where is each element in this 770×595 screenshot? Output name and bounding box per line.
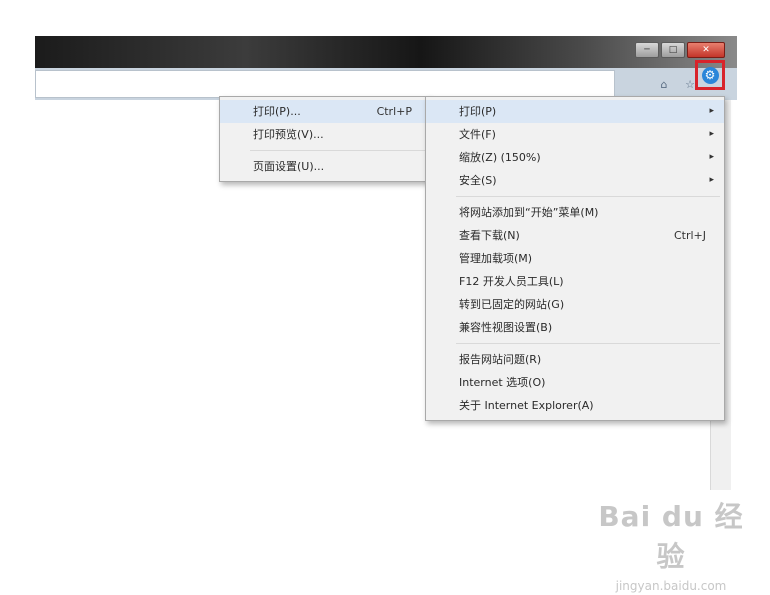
menu-item-zoom[interactable]: 缩放(Z) (150%) ▸ xyxy=(426,146,724,169)
baidu-jingyan-watermark: Bai du 经验 jingyan.baidu.com xyxy=(596,497,746,593)
menu-item-label: F12 开发人员工具(L) xyxy=(459,275,564,288)
menu-item-label: 打印预览(V)... xyxy=(253,128,324,141)
submenu-arrow-icon: ▸ xyxy=(709,175,714,185)
menu-item-about-ie[interactable]: 关于 Internet Explorer(A) xyxy=(426,394,724,417)
menu-item-page-setup[interactable]: 页面设置(U)... xyxy=(220,155,430,178)
menu-item-compat-view[interactable]: 兼容性视图设置(B) xyxy=(426,316,724,339)
menu-item-label: Internet 选项(O) xyxy=(459,376,546,389)
minimize-button[interactable]: ─ xyxy=(635,42,659,58)
menu-item-report-problems[interactable]: 报告网站问题(R) xyxy=(426,348,724,371)
menu-item-label: 打印(P) xyxy=(459,105,497,118)
submenu-arrow-icon: ▸ xyxy=(709,152,714,162)
tools-button-highlight[interactable]: ⚙ xyxy=(695,60,725,90)
menu-item-print[interactable]: 打印(P)... Ctrl+P xyxy=(220,100,430,123)
menu-item-label: 缩放(Z) (150%) xyxy=(459,151,541,164)
print-submenu: 打印(P)... Ctrl+P 打印预览(V)... 页面设置(U)... xyxy=(219,96,431,182)
menu-item-label: 转到已固定的网站(G) xyxy=(459,298,565,311)
menu-item-label: 页面设置(U)... xyxy=(253,160,325,173)
menu-item-internet-options[interactable]: Internet 选项(O) xyxy=(426,371,724,394)
menu-item-file[interactable]: 文件(F) ▸ xyxy=(426,123,724,146)
menu-item-shortcut: Ctrl+P xyxy=(376,105,412,118)
menu-item-label: 关于 Internet Explorer(A) xyxy=(459,399,594,412)
window-controls: ─ □ ✕ xyxy=(635,42,725,58)
tools-menu: 打印(P) ▸ 文件(F) ▸ 缩放(Z) (150%) ▸ 安全(S) ▸ 将… xyxy=(425,96,725,421)
menu-item-print-preview[interactable]: 打印预览(V)... xyxy=(220,123,430,146)
title-bar[interactable]: ─ □ ✕ xyxy=(35,36,737,68)
address-bar[interactable] xyxy=(35,70,615,98)
menu-separator xyxy=(250,150,426,151)
maximize-button[interactable]: □ xyxy=(661,42,685,58)
menu-separator xyxy=(456,196,720,197)
menu-item-label: 打印(P)... xyxy=(253,105,301,118)
menu-item-label: 管理加载项(M) xyxy=(459,252,533,265)
home-icon[interactable]: ⌂ xyxy=(655,75,673,93)
menu-item-label: 兼容性视图设置(B) xyxy=(459,321,553,334)
menu-item-label: 文件(F) xyxy=(459,128,496,141)
submenu-arrow-icon: ▸ xyxy=(709,106,714,116)
menu-item-print[interactable]: 打印(P) ▸ xyxy=(426,100,724,123)
menu-item-view-downloads[interactable]: 查看下载(N) Ctrl+J xyxy=(426,224,724,247)
menu-item-manage-addons[interactable]: 管理加载项(M) xyxy=(426,247,724,270)
menu-item-label: 报告网站问题(R) xyxy=(459,353,542,366)
menu-item-add-to-start[interactable]: 将网站添加到“开始”菜单(M) xyxy=(426,201,724,224)
menu-item-shortcut: Ctrl+J xyxy=(673,229,706,242)
menu-item-label: 将网站添加到“开始”菜单(M) xyxy=(459,206,599,219)
menu-item-label: 安全(S) xyxy=(459,174,497,187)
close-button[interactable]: ✕ xyxy=(687,42,725,58)
gear-icon[interactable]: ⚙ xyxy=(701,66,719,84)
menu-item-dev-tools[interactable]: F12 开发人员工具(L) xyxy=(426,270,724,293)
submenu-arrow-icon: ▸ xyxy=(709,129,714,139)
menu-item-pinned-sites[interactable]: 转到已固定的网站(G) xyxy=(426,293,724,316)
watermark-logo: Bai du 经验 xyxy=(598,500,744,573)
menu-separator xyxy=(456,343,720,344)
menu-item-label: 查看下载(N) xyxy=(459,229,520,242)
menu-item-safety[interactable]: 安全(S) ▸ xyxy=(426,169,724,192)
